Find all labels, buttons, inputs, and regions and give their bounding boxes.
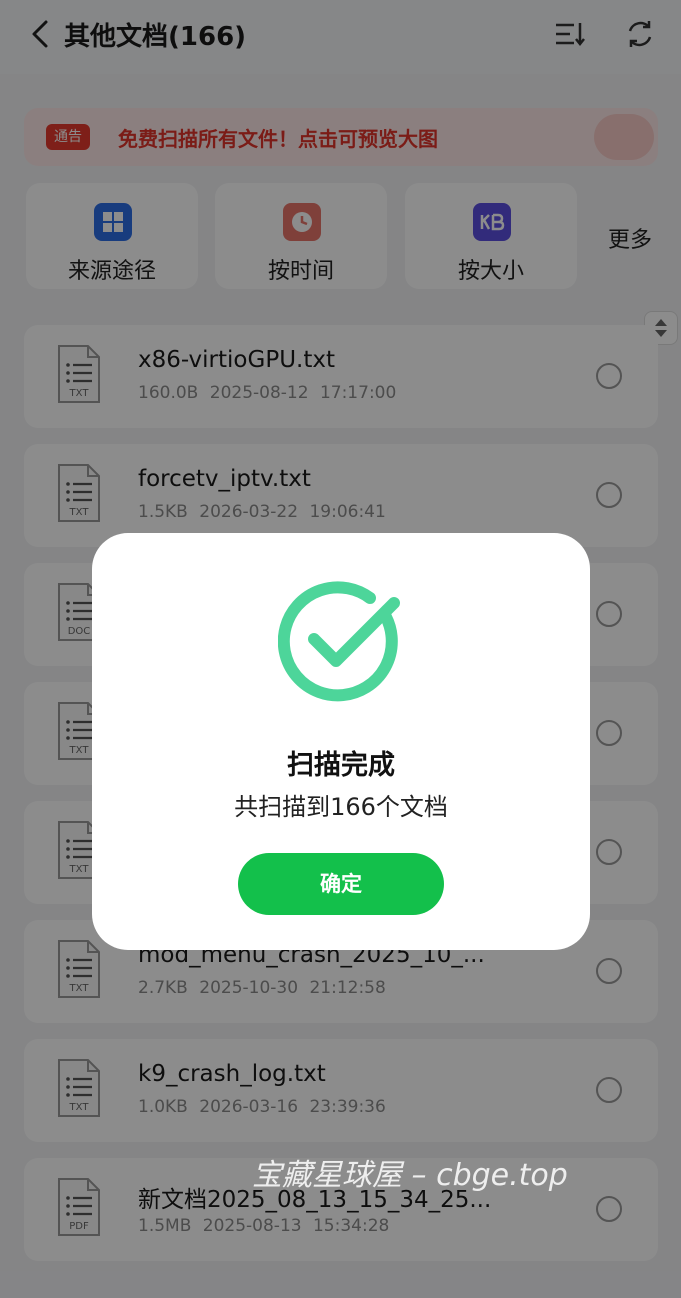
dialog-subtitle: 共扫描到166个文档: [234, 793, 448, 821]
dialog-title: 扫描完成: [287, 750, 395, 781]
watermark: 宝藏星球屋 – cbge.top: [252, 1158, 568, 1193]
check-circle-icon: [278, 581, 400, 702]
scan-complete-dialog: 扫描完成 共扫描到166个文档 确定: [92, 533, 590, 950]
confirm-button[interactable]: 确定: [238, 853, 444, 915]
